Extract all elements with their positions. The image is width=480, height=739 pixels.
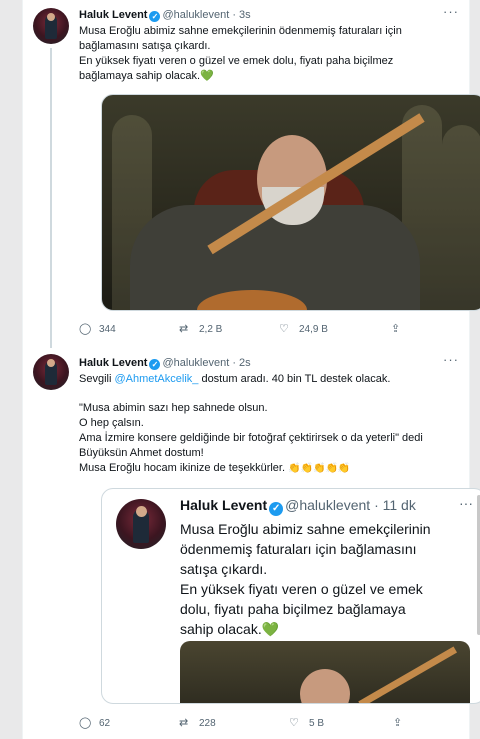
avatar[interactable]: [116, 499, 166, 549]
tweet-text-line: Büyüksün Ahmet dostum!: [79, 447, 204, 459]
retweet-button[interactable]: ⇄ 228: [179, 716, 216, 729]
clap-emojis: 👏👏👏👏👏: [288, 463, 351, 474]
reply-count: 62: [99, 718, 111, 729]
avatar[interactable]: [33, 354, 69, 390]
display-name[interactable]: Haluk Levent: [79, 9, 147, 21]
share-icon: ⇪: [393, 717, 403, 729]
like-button[interactable]: ♡ 24,9 B: [279, 322, 328, 335]
quoted-text-line: dolu, fiyatı paha biçilmez bağlamaya: [180, 601, 406, 617]
display-name[interactable]: Haluk Levent: [79, 357, 147, 369]
tweet-text-line: En yüksek fiyatı veren o güzel ve emek d…: [79, 55, 394, 67]
handle-timestamp[interactable]: @haluklevent · 2s: [162, 357, 250, 369]
quoted-tweet[interactable]: Haluk Levent ✓ @haluklevent · 11 dk ··· Mu…: [101, 488, 480, 704]
quoted-tweet-header: Haluk Levent ✓ @haluklevent · 11 dk: [180, 497, 416, 516]
green-heart-emoji: 💚: [200, 70, 214, 82]
handle-timestamp[interactable]: @haluklevent · 3s: [162, 9, 250, 21]
tweet-text-line: Sevgili @AhmetAkcelik_ dostum aradı. 40 …: [79, 373, 391, 385]
quoted-text-line: sahip olacak.💚: [180, 621, 280, 637]
reply-count: 344: [99, 324, 116, 335]
quoted-text-line: satışa çıkardı.: [180, 561, 268, 577]
tweet-text-line: bağlamaya sahip olacak.💚: [79, 70, 214, 82]
tweet-text: Sevgili @AhmetAkcelik_ dostum aradı. 40 …: [79, 372, 423, 476]
tweet-text-line: O hep çalsın.: [79, 417, 144, 429]
like-count: 5 B: [309, 718, 325, 729]
tweet-text-line: Musa Eroğlu abimiz sahne emekçilerinin ö…: [79, 25, 402, 37]
like-icon: ♡: [279, 323, 289, 335]
share-button[interactable]: ⇪: [391, 322, 411, 335]
quoted-tweet-photo[interactable]: [180, 641, 470, 703]
retweet-button[interactable]: ⇄ 2,2 B: [179, 322, 222, 335]
quoted-tweet-text: Musa Eroğlu abimiz sahne emekçilerinin ö…: [180, 519, 431, 639]
quoted-text-line: ödenmemiş faturaları için bağlamasını: [180, 541, 417, 557]
reply-button[interactable]: ◯ 344: [79, 322, 116, 335]
tweet-text-line: "Musa abimin sazı hep sahnede olsun.: [79, 402, 268, 414]
tweet-text-line: Musa Eroğlu hocam ikinize de teşekkürler…: [79, 462, 351, 474]
retweet-count: 2,2 B: [199, 324, 223, 335]
share-icon: ⇪: [391, 323, 401, 335]
verified-badge-icon: ✓: [149, 11, 161, 22]
tweet-text-line: bağlamasını satışa çıkardı.: [79, 40, 211, 52]
share-button[interactable]: ⇪: [393, 716, 413, 729]
tweet-text-line: Ama İzmire konsere geldiğinde bir fotoğr…: [79, 432, 423, 444]
more-options-icon[interactable]: ···: [443, 4, 459, 19]
reply-button[interactable]: ◯ 62: [79, 716, 110, 729]
mention-link[interactable]: @AhmetAkcelik_: [114, 373, 198, 385]
tweet-1[interactable]: Haluk Levent ✓ @haluklevent · 3s ··· Musa …: [23, 0, 480, 348]
retweet-count: 228: [199, 718, 216, 729]
tweet-header: Haluk Levent ✓ @haluklevent · 3s: [79, 9, 251, 22]
like-button[interactable]: ♡ 5 B: [289, 716, 324, 729]
thread-line: [50, 48, 52, 348]
like-icon: ♡: [289, 717, 299, 729]
like-count: 24,9 B: [299, 324, 328, 335]
avatar[interactable]: [33, 8, 69, 44]
verified-badge-icon: ✓: [269, 502, 284, 516]
reply-icon: ◯: [79, 323, 92, 335]
more-options-icon[interactable]: ···: [459, 495, 473, 511]
tweet-text: Musa Eroğlu abimiz sahne emekçilerinin ö…: [79, 24, 402, 84]
display-name[interactable]: Haluk Levent: [180, 497, 267, 513]
retweet-icon: ⇄: [179, 717, 189, 729]
green-heart-emoji: 💚: [261, 621, 280, 637]
timeline: Haluk Levent ✓ @haluklevent · 3s ··· Musa …: [22, 0, 480, 739]
quoted-text-line: Musa Eroğlu abimiz sahne emekçilerinin: [180, 521, 431, 537]
tweet-photo[interactable]: [101, 94, 480, 311]
verified-badge-icon: ✓: [149, 359, 161, 370]
retweet-icon: ⇄: [179, 323, 189, 335]
quoted-text-line: En yüksek fiyatı veren o güzel ve emek: [180, 581, 423, 597]
reply-icon: ◯: [79, 717, 92, 729]
handle-timestamp[interactable]: @haluklevent · 11 dk: [285, 497, 416, 513]
tweet-header: Haluk Levent ✓ @haluklevent · 2s: [79, 357, 251, 370]
more-options-icon[interactable]: ···: [443, 352, 459, 367]
